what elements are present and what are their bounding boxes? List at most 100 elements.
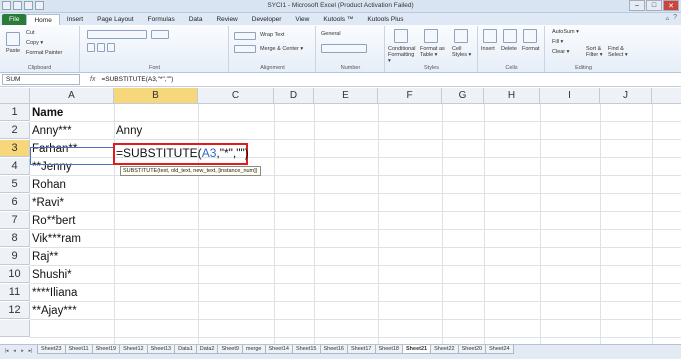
sheet-tab[interactable]: Sheet24 xyxy=(485,345,514,354)
cell-b3-formula[interactable]: =SUBSTITUTE(A3,"*","") xyxy=(116,146,249,160)
cell-a1[interactable]: Name xyxy=(30,105,63,122)
delete-cells-icon[interactable] xyxy=(503,29,517,43)
number-format-select[interactable]: General xyxy=(321,31,341,37)
delete-button[interactable]: Delete xyxy=(501,46,517,52)
font-size-select[interactable] xyxy=(151,30,169,39)
row-header-9[interactable]: 9 xyxy=(0,248,30,265)
autosum-button[interactable]: AutoSum ▾ xyxy=(552,29,579,35)
sheet-tab[interactable]: Sheet23 xyxy=(37,345,66,354)
sheet-tab[interactable]: Sheet18 xyxy=(374,345,403,354)
paste-button[interactable]: Paste xyxy=(6,48,20,54)
next-sheet-icon[interactable]: ▸ xyxy=(19,347,26,355)
column-header-j[interactable]: J xyxy=(600,88,652,104)
column-header-i[interactable]: I xyxy=(540,88,600,104)
function-tooltip[interactable]: SUBSTITUTE(text, old_text, new_text, [in… xyxy=(120,166,261,176)
fill-button[interactable]: Fill ▾ xyxy=(552,39,563,45)
sheet-tab[interactable]: Sheet12 xyxy=(119,345,148,354)
row-header-12[interactable]: 12 xyxy=(0,302,30,319)
row-header-8[interactable]: 8 xyxy=(0,230,30,247)
conditional-formatting-icon[interactable] xyxy=(394,29,408,43)
tab-page-layout[interactable]: Page Layout xyxy=(90,14,141,25)
row-header-5[interactable]: 5 xyxy=(0,176,30,193)
row-header-10[interactable]: 10 xyxy=(0,266,30,283)
tab-kutools[interactable]: Kutools ™ xyxy=(316,14,360,25)
sheet-tab[interactable]: Sheet16 xyxy=(319,345,348,354)
format-button[interactable]: Format xyxy=(522,46,539,52)
format-cells-icon[interactable] xyxy=(523,29,537,43)
cell-a6[interactable]: *Ravi* xyxy=(30,195,64,212)
cut-button[interactable]: Cut xyxy=(26,30,35,36)
sheet-tab[interactable]: Sheet13 xyxy=(146,345,176,354)
tab-view[interactable]: View xyxy=(288,14,316,25)
sheet-tab[interactable]: Data2 xyxy=(195,345,219,354)
row-header-1[interactable]: 1 xyxy=(0,104,30,121)
sheet-tab[interactable]: Sheet22 xyxy=(430,345,459,354)
cell-a5[interactable]: Rohan xyxy=(30,177,66,194)
number-format-buttons[interactable] xyxy=(321,44,367,53)
ribbon-minimize-icon[interactable]: ▵ xyxy=(666,14,670,22)
align-left-icon[interactable] xyxy=(234,45,256,53)
select-all-corner[interactable] xyxy=(0,88,30,104)
sheet-tab-active[interactable]: Sheet21 xyxy=(402,345,432,354)
sheet-tab[interactable]: Data1 xyxy=(174,345,197,354)
formula-input[interactable]: =SUBSTITUTE(A3,"*","") xyxy=(101,76,173,83)
tab-data[interactable]: Data xyxy=(182,14,210,25)
minimize-icon[interactable]: – xyxy=(629,0,645,11)
fx-icon[interactable]: fx xyxy=(90,76,95,83)
column-header-g[interactable]: G xyxy=(442,88,484,104)
cell-a9[interactable]: Raj** xyxy=(30,249,58,266)
column-header-c[interactable]: C xyxy=(198,88,274,104)
tab-developer[interactable]: Developer xyxy=(245,14,289,25)
cell-styles-icon[interactable] xyxy=(454,29,468,43)
sheet-tab[interactable]: Sheet20 xyxy=(457,345,487,354)
sheet-tab[interactable]: Sheet19 xyxy=(91,345,121,354)
row-header-4[interactable]: 4 xyxy=(0,158,30,175)
tab-file[interactable]: File xyxy=(2,14,27,25)
tab-kutools-plus[interactable]: Kutools Plus xyxy=(360,14,410,25)
row-header-6[interactable]: 6 xyxy=(0,194,30,211)
row-header-7[interactable]: 7 xyxy=(0,212,30,229)
name-box[interactable]: SUM xyxy=(2,74,80,85)
format-table-icon[interactable] xyxy=(424,29,438,43)
cell-a10[interactable]: Shushi* xyxy=(30,267,72,284)
cell-a2[interactable]: Anny*** xyxy=(30,123,72,140)
format-painter-button[interactable]: Format Painter xyxy=(26,50,62,56)
row-header-11[interactable]: 11 xyxy=(0,284,30,301)
sheet-tab[interactable]: Sheet11 xyxy=(64,345,93,354)
close-icon[interactable]: ✕ xyxy=(663,0,679,11)
underline-icon[interactable] xyxy=(107,43,115,52)
cell-b2[interactable]: Anny xyxy=(114,123,142,140)
insert-button[interactable]: Insert xyxy=(481,46,495,52)
insert-cells-icon[interactable] xyxy=(483,29,497,43)
align-top-icon[interactable] xyxy=(234,32,256,40)
maximize-icon[interactable]: □ xyxy=(646,0,662,11)
column-header-b[interactable]: B xyxy=(114,88,198,104)
find-select-button[interactable]: Find & Select ▾ xyxy=(608,46,634,58)
sheet-tab[interactable]: merge xyxy=(241,345,266,354)
bold-icon[interactable] xyxy=(87,43,95,52)
tab-insert[interactable]: Insert xyxy=(60,14,90,25)
clear-button[interactable]: Clear ▾ xyxy=(552,49,569,55)
column-header-e[interactable]: E xyxy=(314,88,378,104)
column-header-a[interactable]: A xyxy=(30,88,114,104)
sheet-tab[interactable]: Sheet17 xyxy=(347,345,376,354)
column-header-f[interactable]: F xyxy=(378,88,442,104)
tab-formulas[interactable]: Formulas xyxy=(141,14,182,25)
conditional-formatting-button[interactable]: Conditional Formatting ▾ xyxy=(388,46,418,64)
prev-sheet-icon[interactable]: ◂ xyxy=(11,347,18,355)
sort-filter-button[interactable]: Sort & Filter ▾ xyxy=(586,46,610,58)
column-header-d[interactable]: D xyxy=(274,88,314,104)
sheet-tab[interactable]: Sheet15 xyxy=(292,345,321,354)
tab-home[interactable]: Home xyxy=(26,14,60,25)
wrap-text-button[interactable]: Wrap Text xyxy=(260,32,285,38)
paste-icon[interactable] xyxy=(6,32,20,46)
column-header-h[interactable]: H xyxy=(484,88,540,104)
font-name-select[interactable] xyxy=(87,30,147,39)
italic-icon[interactable] xyxy=(97,43,105,52)
help-icon[interactable]: ? xyxy=(673,14,677,22)
sheet-tab[interactable]: Sheet14 xyxy=(264,345,293,354)
tab-review[interactable]: Review xyxy=(209,14,244,25)
cell-a11[interactable]: ****Iliana xyxy=(30,285,77,302)
copy-button[interactable]: Copy ▾ xyxy=(26,40,43,46)
cell-styles-button[interactable]: Cell Styles ▾ xyxy=(452,46,476,58)
